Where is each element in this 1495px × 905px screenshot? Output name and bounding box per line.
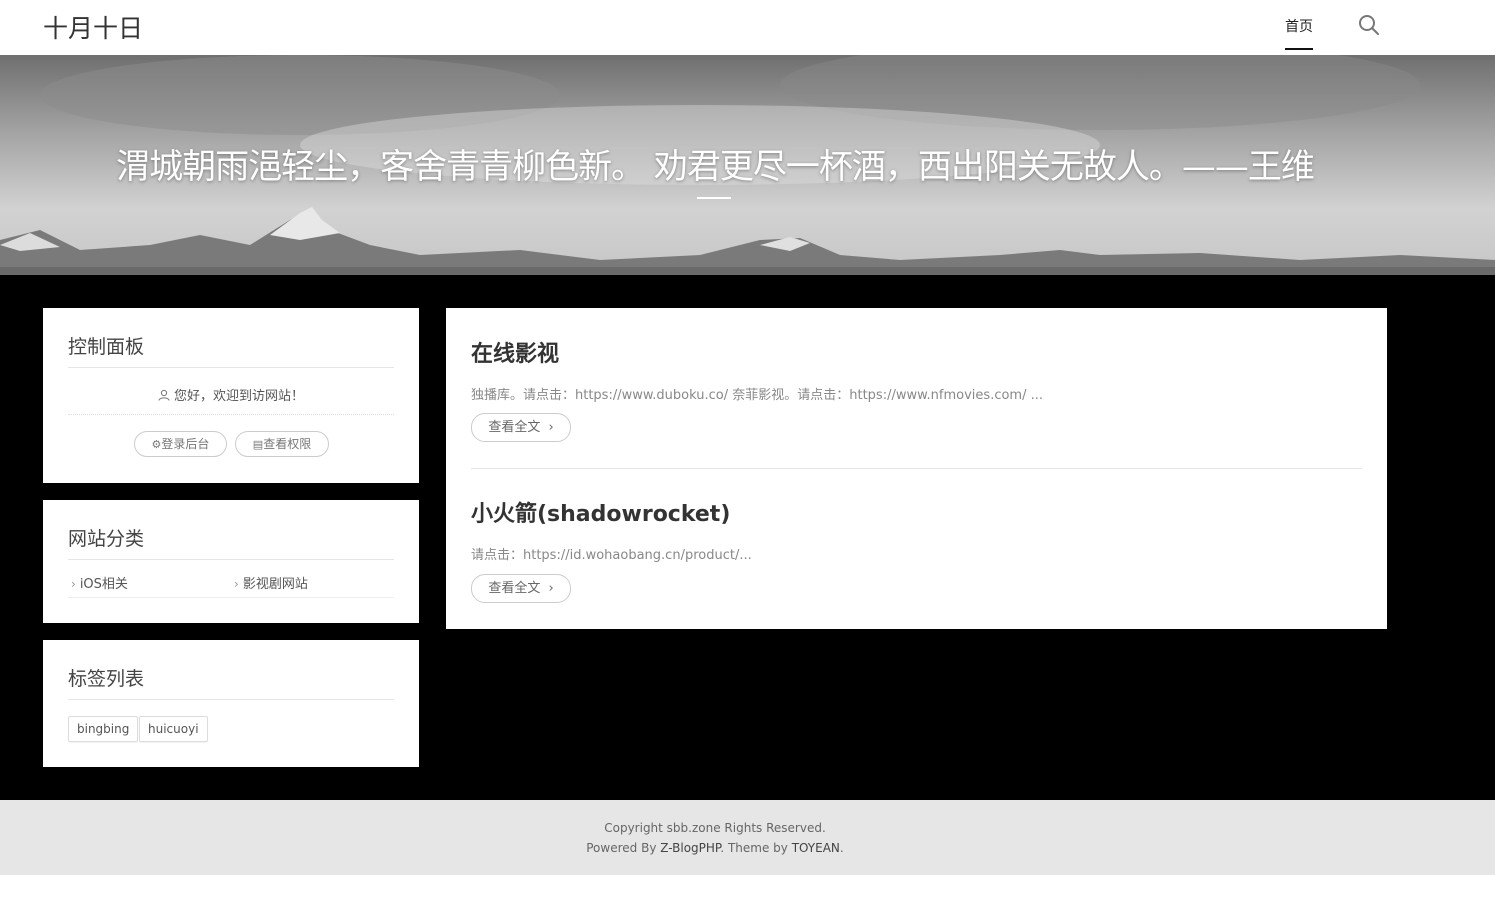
read-more-button[interactable]: 查看全文 › bbox=[471, 574, 571, 603]
theme-by-suffix: . bbox=[839, 841, 844, 855]
user-icon bbox=[158, 389, 170, 401]
toyean-link[interactable]: TOYEAN bbox=[792, 841, 840, 855]
read-more-label: 查看全文 bbox=[488, 581, 541, 596]
category-label: 影视剧网站 bbox=[242, 577, 308, 592]
read-more-label: 查看全文 bbox=[488, 420, 541, 435]
post-excerpt: 请点击：https://id.wohaobang.cn/product/... bbox=[471, 548, 752, 563]
main-area: 控制面板 您好，欢迎到访网站！ ⚙登录后台 ▤查看权限 网站分类 › iOS相关 … bbox=[0, 275, 1495, 800]
chevron-right-icon: › bbox=[71, 577, 76, 591]
welcome-text: 您好，欢迎到访网站！ bbox=[173, 389, 304, 404]
site-footer: Copyright sbb.zone Rights Reserved. Powe… bbox=[0, 800, 1495, 875]
widget-title: 控制面板 bbox=[68, 332, 394, 368]
chevron-right-icon: › bbox=[548, 581, 554, 596]
category-label: iOS相关 bbox=[79, 577, 128, 592]
tags-widget: 标签列表 bingbing huicuoyi bbox=[43, 640, 419, 767]
banner-quote: 渭城朝雨浥轻尘，客舍青青柳色新。 劝君更尽一杯酒，西出阳关无故人。——王维 bbox=[116, 147, 1315, 187]
widget-title: 网站分类 bbox=[68, 524, 394, 560]
post-excerpt: 独播库。请点击：https://www.duboku.co/ 奈菲影视。请点击：… bbox=[471, 388, 1043, 403]
gear-icon: ⚙ bbox=[151, 438, 162, 451]
login-admin-label: 登录后台 bbox=[161, 437, 210, 451]
login-admin-button[interactable]: ⚙登录后台 bbox=[134, 431, 227, 457]
category-item-ios[interactable]: › iOS相关 bbox=[71, 573, 128, 592]
category-item-tv-sites[interactable]: › 影视剧网站 bbox=[234, 573, 308, 592]
theme-by-prefix: . Theme by bbox=[720, 841, 792, 855]
post-title[interactable]: 小火箭(shadowrocket) bbox=[471, 496, 730, 528]
view-permissions-label: 查看权限 bbox=[263, 437, 312, 451]
chevron-right-icon: › bbox=[548, 420, 554, 435]
tag-huicuoyi[interactable]: huicuoyi bbox=[139, 716, 208, 742]
control-panel-widget: 控制面板 您好，欢迎到访网站！ ⚙登录后台 ▤查看权限 bbox=[43, 308, 419, 483]
chevron-right-icon: › bbox=[234, 577, 239, 591]
copyright-text: Copyright sbb.zone Rights Reserved. bbox=[604, 821, 826, 835]
powered-by-line: Powered By Z-BlogPHP. Theme by TOYEAN. bbox=[0, 841, 1430, 855]
post-list: 在线影视 独播库。请点击：https://www.duboku.co/ 奈菲影视… bbox=[446, 308, 1387, 629]
nav-item-home[interactable]: 首页 bbox=[1285, 16, 1313, 50]
zblog-link[interactable]: Z-BlogPHP bbox=[660, 841, 720, 855]
post-title[interactable]: 在线影视 bbox=[471, 336, 559, 368]
search-icon[interactable] bbox=[1358, 14, 1380, 36]
welcome-message: 您好，欢迎到访网站！ bbox=[68, 385, 394, 415]
powered-by-prefix: Powered By bbox=[586, 841, 661, 855]
post-divider bbox=[471, 468, 1362, 469]
banner-divider bbox=[697, 197, 731, 199]
document-icon: ▤ bbox=[252, 438, 264, 451]
view-permissions-button[interactable]: ▤查看权限 bbox=[235, 431, 329, 457]
categories-widget: 网站分类 › iOS相关 › 影视剧网站 bbox=[43, 500, 419, 623]
site-header: 十月十日 首页 bbox=[0, 0, 1495, 55]
site-title[interactable]: 十月十日 bbox=[43, 9, 143, 45]
read-more-button[interactable]: 查看全文 › bbox=[471, 413, 571, 442]
hero-banner: 渭城朝雨浥轻尘，客舍青青柳色新。 劝君更尽一杯酒，西出阳关无故人。——王维 bbox=[0, 55, 1495, 275]
widget-title: 标签列表 bbox=[68, 664, 394, 700]
tag-bingbing[interactable]: bingbing bbox=[68, 716, 139, 742]
category-list: › iOS相关 › 影视剧网站 bbox=[68, 573, 394, 598]
